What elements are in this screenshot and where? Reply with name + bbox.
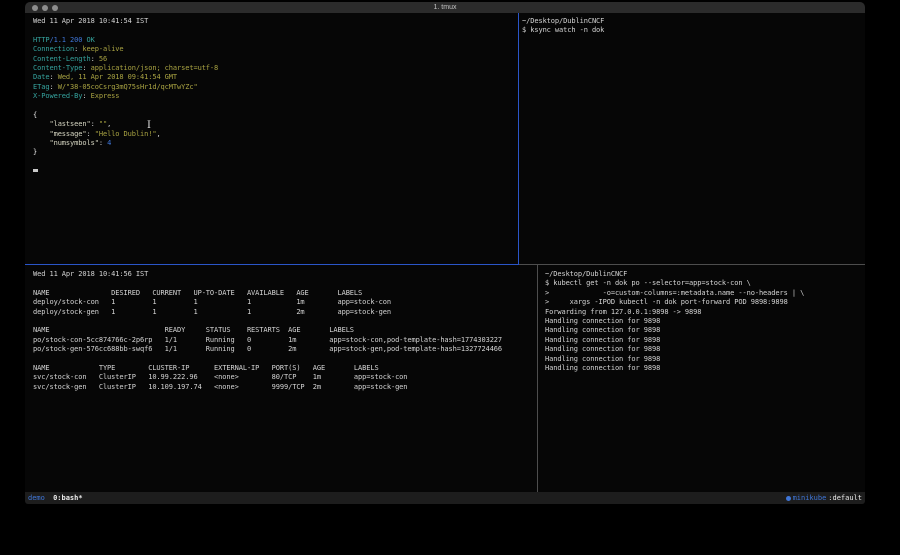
pane-border-vertical-top[interactable]	[518, 13, 519, 264]
kube-status: minikube :default	[786, 494, 862, 502]
http-response-output: Wed 11 Apr 2018 10:41:54 IST HTTP/1.1 20…	[25, 13, 518, 158]
tmux-status-bar: demo 0:bash* minikube :default	[25, 492, 865, 504]
ksync-output: ~/Desktop/DublinCNCF$ ksync watch -n dok	[519, 13, 865, 36]
zoom-button[interactable]	[52, 5, 58, 11]
terminal-window: 1. tmux Wed 11 Apr 2018 10:41:54 IST HTT…	[25, 2, 865, 504]
pane-border-horizontal-left[interactable]	[25, 264, 519, 265]
window-list-item[interactable]: 0:bash*	[53, 494, 83, 502]
kube-context: minikube	[793, 494, 827, 502]
kubectl-get-output: Wed 11 Apr 2018 10:41:56 IST NAME DESIRE…	[25, 265, 537, 392]
window-titlebar[interactable]: 1. tmux	[25, 2, 865, 13]
minimize-button[interactable]	[42, 5, 48, 11]
terminal-pane-port-forward[interactable]: ~/Desktop/DublinCNCF$ kubectl get -n dok…	[538, 265, 865, 492]
terminal-pane-ksync[interactable]: ~/Desktop/DublinCNCF$ ksync watch -n dok	[519, 13, 865, 264]
pane-border-horizontal-right[interactable]	[519, 264, 865, 265]
desktop-background: 1. tmux Wed 11 Apr 2018 10:41:54 IST HTT…	[0, 0, 900, 555]
terminal-pane-http-response[interactable]: Wed 11 Apr 2018 10:41:54 IST HTTP/1.1 20…	[25, 13, 518, 264]
port-forward-output: ~/Desktop/DublinCNCF$ kubectl get -n dok…	[538, 265, 865, 373]
pane-border-vertical-bottom[interactable]	[537, 265, 538, 492]
window-title: 1. tmux	[25, 2, 865, 13]
kube-namespace: :default	[828, 494, 862, 502]
session-name: demo	[28, 494, 45, 502]
window-controls	[32, 5, 58, 11]
kubernetes-icon	[786, 496, 791, 501]
close-button[interactable]	[32, 5, 38, 11]
terminal-cursor	[33, 169, 38, 172]
status-left: demo 0:bash*	[28, 494, 83, 502]
terminal-pane-kubectl-get[interactable]: Wed 11 Apr 2018 10:41:56 IST NAME DESIRE…	[25, 265, 537, 492]
